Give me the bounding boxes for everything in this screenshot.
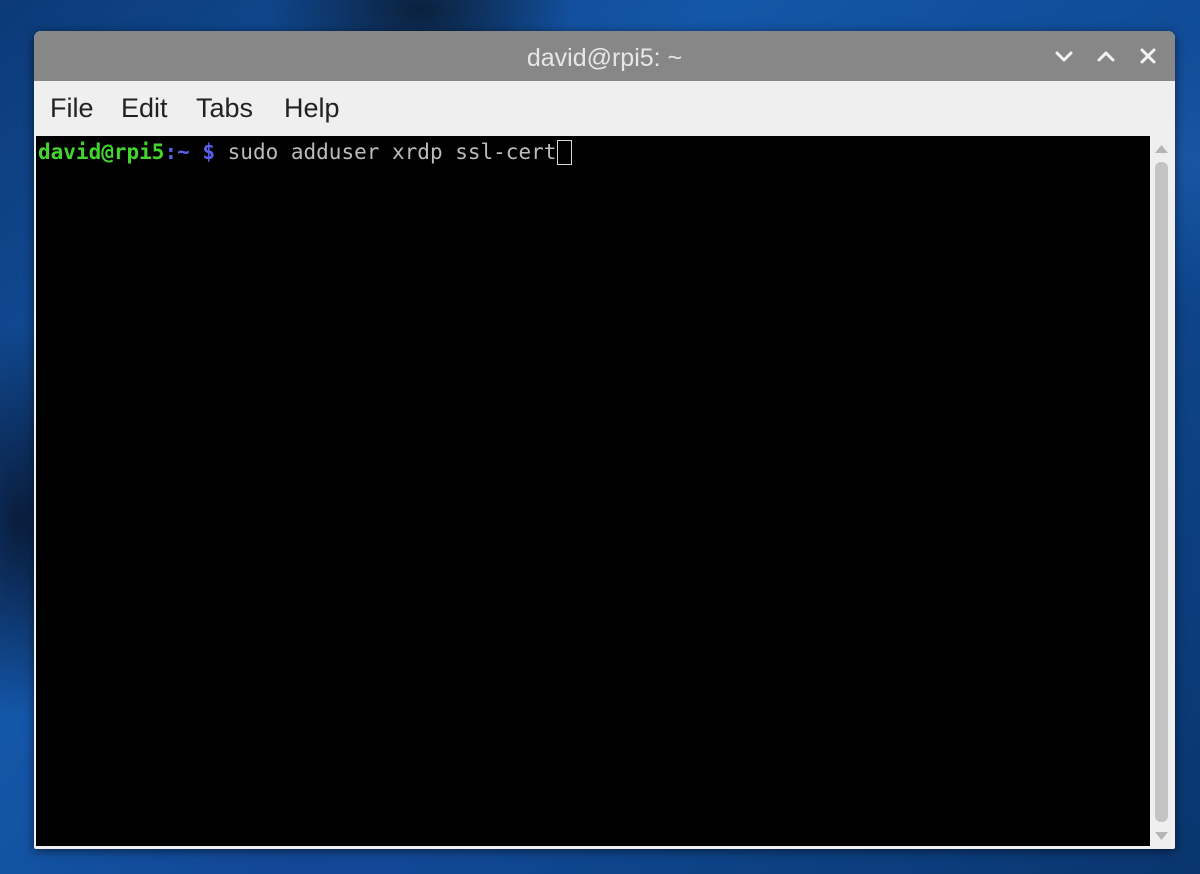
- terminal-window: david@rpi5: ~ File Edit Tabs Help david@…: [34, 31, 1175, 849]
- scroll-down-arrow-icon: [1154, 826, 1169, 845]
- command-text: sudo adduser xrdp ssl-cert: [215, 140, 557, 164]
- menu-bar: File Edit Tabs Help: [34, 81, 1175, 136]
- text-cursor: [557, 140, 573, 165]
- chevron-up-icon: [1097, 50, 1115, 62]
- scroll-up-button[interactable]: [1154, 141, 1169, 155]
- minimize-button[interactable]: [1052, 44, 1076, 68]
- menu-tabs[interactable]: Tabs: [196, 93, 253, 124]
- menu-file[interactable]: File: [50, 93, 94, 124]
- command-line: david@rpi5:~ $ sudo adduser xrdp ssl-cer…: [38, 140, 573, 165]
- scroll-up-arrow-icon: [1154, 139, 1169, 158]
- chevron-down-icon: [1055, 50, 1073, 62]
- scroll-down-button[interactable]: [1154, 828, 1169, 842]
- vertical-scrollbar[interactable]: [1150, 136, 1173, 847]
- terminal-area[interactable]: david@rpi5:~ $ sudo adduser xrdp ssl-cer…: [36, 136, 1150, 846]
- prompt-user: david@rpi5: [38, 140, 165, 164]
- scrollbar-thumb[interactable]: [1155, 162, 1168, 822]
- maximize-button[interactable]: [1094, 44, 1118, 68]
- close-button[interactable]: [1136, 44, 1160, 68]
- prompt-path: :~ $: [164, 140, 216, 164]
- title-bar[interactable]: david@rpi5: ~: [34, 31, 1175, 81]
- menu-help[interactable]: Help: [284, 93, 340, 124]
- close-icon: [1140, 48, 1156, 64]
- menu-edit[interactable]: Edit: [121, 93, 168, 124]
- window-title: david@rpi5: ~: [526, 44, 683, 72]
